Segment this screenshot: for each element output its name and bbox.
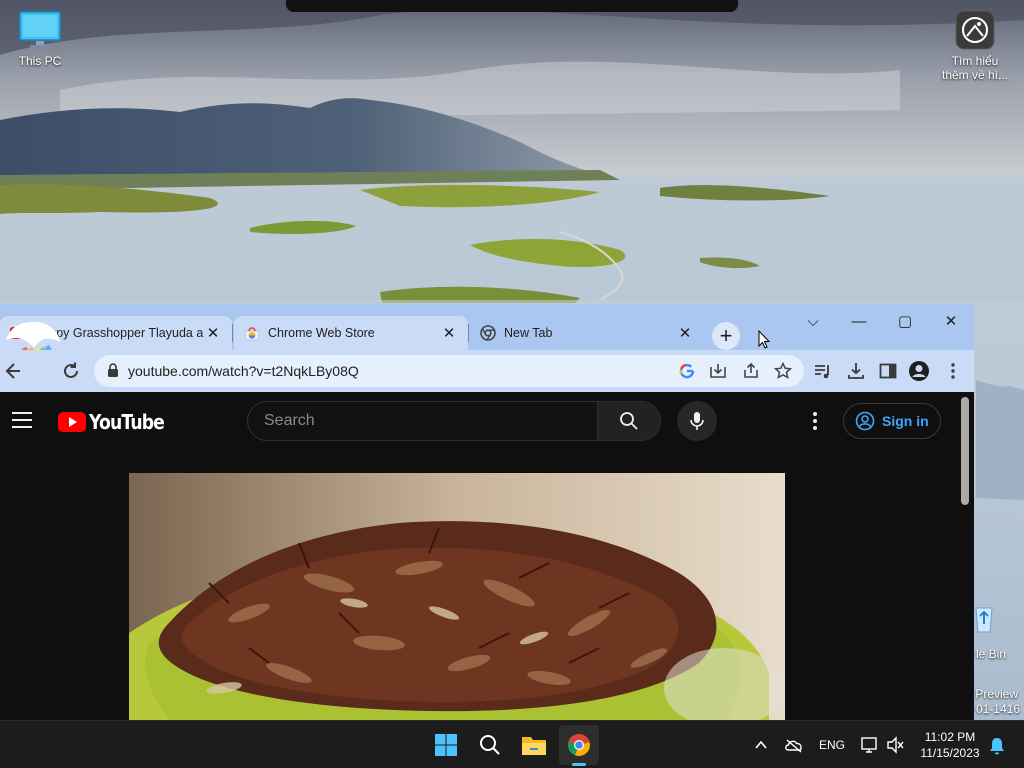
media-controls-icon[interactable] (812, 360, 834, 382)
desktop-icon-label-line2: thêm về hì... (941, 68, 1009, 82)
window-edge-fragment (286, 0, 738, 12)
recycle-bin-icon[interactable] (974, 604, 994, 634)
file-explorer-button[interactable] (514, 725, 554, 765)
share-icon[interactable] (741, 361, 761, 381)
close-window-button[interactable]: ✕ (928, 308, 974, 336)
search-button[interactable] (597, 402, 660, 440)
tab-title: New Tab (504, 326, 553, 340)
install-app-icon[interactable] (708, 361, 728, 381)
youtube-logo[interactable]: YouTube (58, 410, 176, 434)
tab-close-button[interactable]: ✕ (676, 324, 694, 342)
profile-avatar-icon[interactable] (908, 360, 930, 382)
tab-close-button[interactable]: ✕ (204, 324, 222, 342)
bookmark-star-icon[interactable] (773, 361, 793, 381)
onedrive-cloud-icon[interactable] (784, 721, 804, 768)
file-explorer-icon (522, 737, 546, 755)
mouse-cursor-icon (758, 330, 770, 349)
tab-strip: Crispy Grasshopper Tlayuda and ✕ Chrome … (0, 304, 974, 395)
sign-in-button[interactable]: Sign in (843, 403, 941, 439)
video-frame-grasshoppers (129, 473, 785, 720)
chrome-icon (567, 733, 590, 756)
network-icon[interactable] (860, 721, 878, 768)
page-scrollbar[interactable] (961, 397, 969, 505)
taskbar-search-button[interactable] (470, 725, 510, 765)
start-button[interactable] (426, 725, 466, 765)
taskbar: ENG 11:02 PM 11/15/2023 (0, 720, 1024, 768)
desktop-icon-label: This PC (18, 54, 62, 68)
volume-muted-icon[interactable] (886, 721, 904, 768)
desktop-watermark-line1: Preview (975, 687, 1018, 701)
clock-time: 11:02 PM (924, 730, 976, 744)
tab-search-dropdown-button[interactable]: ⌵ (790, 308, 836, 336)
chrome-menu-icon[interactable] (942, 360, 964, 382)
side-panel-icon[interactable] (877, 360, 899, 382)
google-lens-icon[interactable] (677, 361, 697, 381)
new-tab-button[interactable]: + (712, 322, 740, 350)
search-icon (620, 412, 638, 430)
account-circle-icon (855, 411, 875, 431)
chevron-up-icon[interactable] (752, 721, 770, 768)
recycle-bin-label: le Bin (975, 647, 1006, 661)
maximize-button[interactable]: ▢ (882, 308, 928, 336)
browser-toolbar: youtube.com/watch?v=t2NqkLBy08Q (0, 350, 974, 392)
chrome-new-tab-icon (480, 325, 496, 341)
notification-bell-icon[interactable] (988, 736, 1006, 756)
hamburger-menu-icon[interactable] (12, 412, 32, 428)
youtube-play-icon (58, 412, 86, 432)
tab-chrome-web-store[interactable]: Chrome Web Store ✕ (234, 316, 468, 350)
video-player[interactable] (129, 473, 785, 720)
tab-separator (232, 324, 233, 342)
learn-about-picture-icon (955, 10, 995, 50)
input-language-indicator[interactable]: ENG (814, 721, 850, 768)
microphone-icon (690, 412, 704, 430)
youtube-page: YouTube Sign in (0, 392, 974, 720)
tab-new-tab[interactable]: New Tab ✕ (470, 316, 704, 350)
settings-more-icon[interactable] (806, 409, 824, 433)
desktop-icon-this-pc[interactable]: This PC (0, 10, 80, 68)
clock-date: 11/15/2023 (920, 746, 980, 760)
chrome-taskbar-button[interactable] (559, 725, 599, 765)
chrome-web-store-icon (244, 327, 260, 341)
taskbar-clock[interactable]: 11:02 PM 11/15/2023 (912, 729, 988, 761)
minimize-button[interactable]: — (836, 308, 882, 336)
youtube-search-box[interactable] (247, 401, 661, 441)
monitor-icon (19, 11, 61, 48)
desktop-icon-label-line1: Tìm hiểu (951, 54, 999, 68)
desktop-watermark-line2: 01-1416 (975, 702, 1020, 716)
back-arrow-icon[interactable] (0, 360, 22, 382)
windows-start-icon (435, 734, 457, 756)
voice-search-button[interactable] (677, 401, 717, 441)
search-input[interactable] (248, 402, 598, 440)
reload-icon[interactable] (60, 360, 82, 382)
address-bar[interactable]: youtube.com/watch?v=t2NqkLBy08Q (94, 355, 804, 387)
desktop-icon-learn-more[interactable]: Tìm hiểu thêm về hì... (935, 10, 1015, 82)
downloads-icon[interactable] (845, 360, 867, 382)
sign-in-label: Sign in (882, 413, 929, 429)
youtube-logo-text: YouTube (89, 410, 165, 434)
tab-title: Chrome Web Store (268, 326, 375, 340)
search-icon (480, 735, 500, 755)
chrome-window: Crispy Grasshopper Tlayuda and ✕ Chrome … (0, 304, 974, 720)
lock-icon[interactable] (107, 363, 119, 378)
tab-close-button[interactable]: ✕ (440, 324, 458, 342)
address-url[interactable]: youtube.com/watch?v=t2NqkLBy08Q (128, 355, 359, 387)
active-app-indicator (572, 763, 586, 766)
tab-separator (468, 324, 469, 342)
